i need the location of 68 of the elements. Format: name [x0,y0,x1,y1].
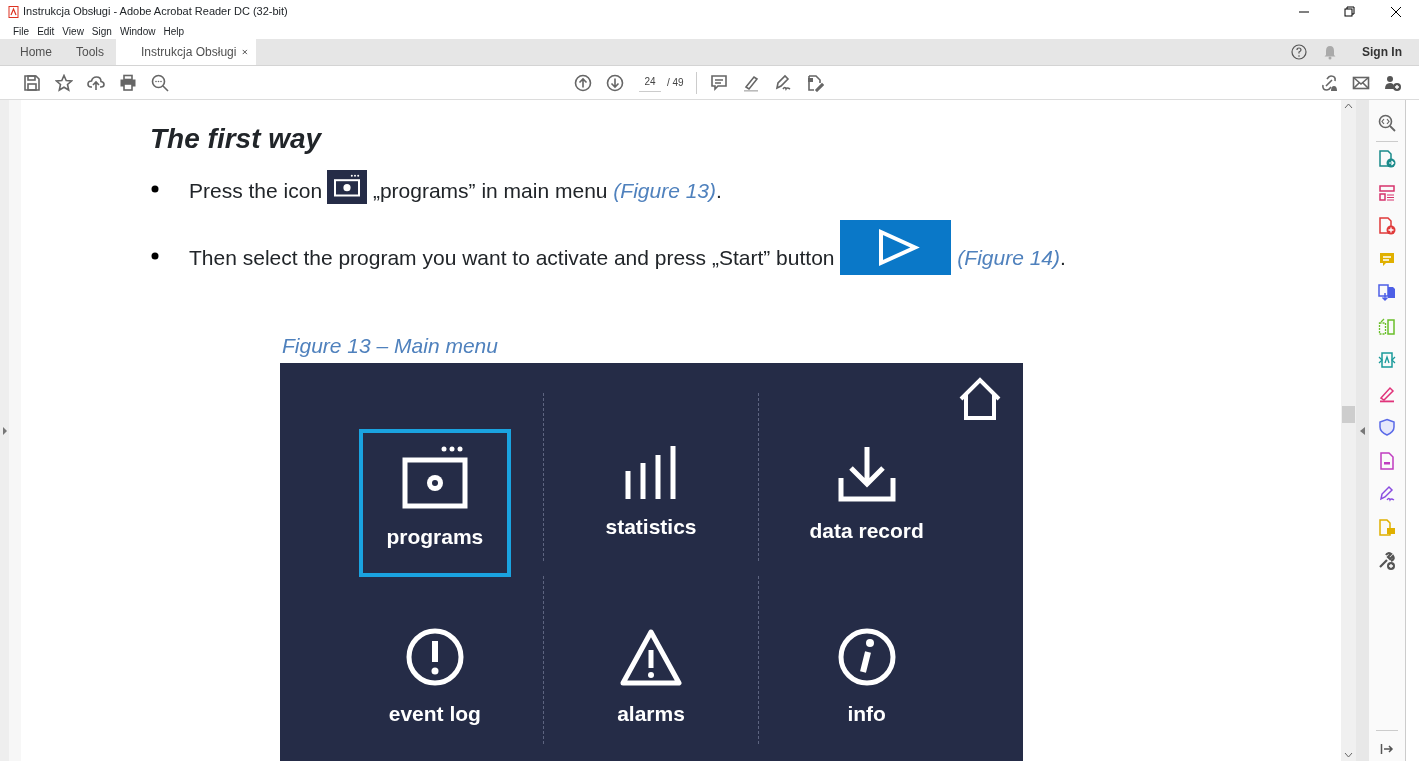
menu-item[interactable]: View [58,23,88,39]
cloud-upload-icon[interactable] [87,73,105,92]
figure-caption: Figure 13 – Main menu [282,333,499,359]
combine-files-icon[interactable] [1378,284,1396,303]
pdf-icon [8,5,19,18]
warning-triangle-icon [620,628,682,686]
exclamation-circle-icon [405,628,464,686]
star-icon[interactable] [55,73,73,92]
menu-tile[interactable]: statistics [575,393,727,561]
home-icon [957,377,1003,421]
menu-item[interactable]: File [9,23,34,39]
sign-in-link[interactable]: Sign In [1361,42,1403,62]
menu-tile[interactable]: info [790,576,943,744]
collapse-panel-icon[interactable] [1380,743,1394,755]
bullet-icon [151,252,159,261]
export-pdf-icon[interactable] [1378,150,1396,169]
figure-reference: (Figure 13) [613,178,717,204]
body-text: . [716,178,722,204]
pen-icon[interactable] [1378,384,1396,403]
heading: The first way [150,122,323,156]
body-text: Press the icon [189,178,323,204]
menu-tile[interactable]: event log [358,576,511,744]
page-count: / 49 [667,76,684,90]
menu-item[interactable]: Edit [33,23,59,39]
scrollbar-thumb[interactable] [1342,406,1355,423]
menu-tile[interactable]: programs [358,429,511,577]
link-icon[interactable] [1320,73,1338,92]
edit-document-icon[interactable] [805,73,824,92]
pen-sign-icon[interactable] [773,73,792,92]
add-user-icon[interactable] [1384,73,1402,92]
figure-reference: (Figure 14) [957,245,1061,271]
info-circle-icon [837,628,896,686]
create-pdf-icon[interactable] [1378,217,1396,236]
help-icon[interactable] [1291,44,1307,60]
tools-icon[interactable] [1378,552,1396,571]
body-text: „programs” in main menu [371,178,609,204]
body-text: . [1060,245,1066,271]
compress-pdf-icon[interactable] [1378,351,1396,370]
shield-icon[interactable] [1378,418,1396,437]
menu-tile[interactable]: data record [790,393,943,561]
arrow-down-icon[interactable] [606,73,624,92]
bullet-icon [151,185,159,194]
layout-icon[interactable] [1378,183,1396,202]
form-icon[interactable] [1378,451,1396,470]
menu-item[interactable]: Help [159,23,189,39]
menu-tile[interactable]: alarms [575,576,727,744]
download-icon [837,445,896,503]
menu-item[interactable]: Sign [87,23,116,39]
tab[interactable]: Home [8,39,64,65]
expand-arrow-icon[interactable] [2,426,7,435]
window-title: Instrukcja Obsługi - Adobe Acrobat Reader DC (32-bit) [23,4,288,20]
tab[interactable]: Tools [64,39,117,65]
print-icon[interactable] [119,73,137,92]
window-gear-icon [401,445,468,509]
close-icon[interactable] [242,48,249,56]
zoom-icon[interactable] [1378,113,1396,132]
comment-icon[interactable] [709,73,728,92]
arrow-up-icon[interactable] [574,73,592,92]
menu-item[interactable]: Window [115,23,160,39]
tab[interactable]: Instrukcja Obsługi [116,39,257,65]
body-text: Then select the program you want to activate and press „Start” button [189,245,836,271]
zoom-icon[interactable] [151,73,169,92]
page-number-field[interactable]: 24 [639,73,661,92]
collapse-arrow-icon[interactable] [1360,426,1365,435]
highlighter-icon[interactable] [741,73,760,92]
bar-chart-icon [625,445,677,499]
save-icon[interactable] [23,73,41,92]
signature-icon[interactable] [1378,485,1396,504]
